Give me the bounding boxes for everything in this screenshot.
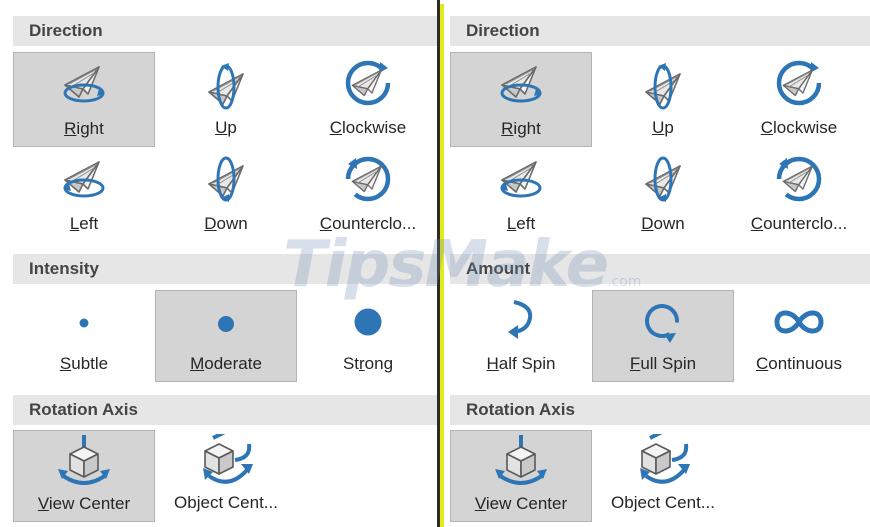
- direction-clockwise-label: Clockwise: [760, 118, 838, 137]
- amount-half-spin-label: Half Spin: [486, 354, 556, 373]
- direction-section-header: Direction: [13, 16, 437, 46]
- spin-left-icon: [13, 156, 155, 202]
- spin-down-icon: [155, 154, 297, 204]
- direction-counterclockwise-option[interactable]: Counterclo...: [728, 148, 870, 243]
- rotation-axis-section-header: Rotation Axis: [13, 395, 437, 425]
- direction-section-header: Direction: [450, 16, 870, 46]
- direction-right-option[interactable]: Right: [13, 52, 155, 147]
- direction-right-label: Right: [501, 119, 541, 138]
- rotation-axis-view-center-label: View Center: [37, 494, 131, 513]
- direction-down-label: Down: [204, 214, 248, 233]
- spin-clockwise-icon: [728, 58, 870, 108]
- intensity-strong-option[interactable]: Strong: [297, 290, 439, 382]
- spin-counterclockwise-icon: [728, 154, 870, 204]
- dot-small-icon: [13, 316, 155, 330]
- rotation-axis-section-header: Rotation Axis: [450, 395, 870, 425]
- direction-left-label: Left: [506, 214, 536, 233]
- direction-up-label: Up: [652, 118, 674, 137]
- direction-left-option[interactable]: Left: [450, 148, 592, 243]
- object-center-icon: [592, 434, 734, 488]
- direction-up-label: Up: [215, 118, 237, 137]
- intensity-strong-label: Strong: [342, 354, 394, 373]
- direction-clockwise-option[interactable]: Clockwise: [728, 52, 870, 147]
- half-spin-icon: [450, 298, 592, 340]
- rotation-axis-object-center-label: Object Cent...: [174, 493, 278, 512]
- rotation-axis-object-center-label: Object Cent...: [611, 493, 715, 512]
- rotation-axis-view-center-option[interactable]: View Center: [13, 430, 155, 522]
- direction-left-label: Left: [69, 214, 99, 233]
- amount-continuous-option[interactable]: Continuous: [728, 290, 870, 382]
- direction-down-label: Down: [641, 214, 685, 233]
- full-spin-icon: [593, 301, 733, 343]
- intensity-subtle-option[interactable]: Subtle: [13, 290, 155, 382]
- amount-half-spin-option[interactable]: Half Spin: [450, 290, 592, 382]
- spin-counterclockwise-icon: [297, 154, 439, 204]
- view-center-icon: [14, 435, 154, 489]
- dot-medium-icon: [156, 314, 296, 334]
- rotation-axis-view-center-label: View Center: [474, 494, 568, 513]
- intensity-section-header: Intensity: [13, 254, 437, 284]
- spin-up-icon: [155, 60, 297, 110]
- rotation-axis-object-center-option[interactable]: Object Cent...: [155, 430, 297, 522]
- object-center-icon: [155, 434, 297, 488]
- spin-right-icon: [14, 61, 154, 107]
- direction-down-option[interactable]: Down: [592, 148, 734, 243]
- panel-divider-highlight: [440, 4, 444, 527]
- spin-effect-options-panel-left: Direction Right Up Clockwise Left Down C…: [0, 0, 437, 527]
- spin-left-icon: [450, 156, 592, 202]
- direction-clockwise-option[interactable]: Clockwise: [297, 52, 439, 147]
- direction-right-option[interactable]: Right: [450, 52, 592, 147]
- spin-clockwise-icon: [297, 58, 439, 108]
- amount-full-spin-label: Full Spin: [629, 354, 697, 373]
- direction-right-label: Right: [64, 119, 104, 138]
- direction-clockwise-label: Clockwise: [329, 118, 407, 137]
- infinity-icon: [728, 308, 870, 336]
- direction-left-option[interactable]: Left: [13, 148, 155, 243]
- intensity-subtle-label: Subtle: [59, 354, 109, 373]
- intensity-moderate-option[interactable]: Moderate: [155, 290, 297, 382]
- direction-counterclockwise-option[interactable]: Counterclo...: [297, 148, 439, 243]
- dot-large-icon: [297, 307, 439, 337]
- panel-top-edge: [0, 0, 437, 4]
- direction-up-option[interactable]: Up: [155, 52, 297, 147]
- panel-top-edge: [437, 0, 870, 4]
- direction-counterclockwise-label: Counterclo...: [319, 214, 417, 233]
- amount-section-header: Amount: [450, 254, 870, 284]
- direction-up-option[interactable]: Up: [592, 52, 734, 147]
- spin-up-icon: [592, 60, 734, 110]
- intensity-moderate-label: Moderate: [190, 354, 262, 373]
- spin-right-icon: [451, 61, 591, 107]
- spin-effect-options-panel-right: Direction Right Up Clockwise Left Down C…: [437, 0, 870, 527]
- direction-counterclockwise-label: Counterclo...: [750, 214, 848, 233]
- direction-down-option[interactable]: Down: [155, 148, 297, 243]
- spin-down-icon: [592, 154, 734, 204]
- view-center-icon: [451, 435, 591, 489]
- amount-full-spin-option[interactable]: Full Spin: [592, 290, 734, 382]
- amount-continuous-label: Continuous: [755, 354, 842, 373]
- rotation-axis-view-center-option[interactable]: View Center: [450, 430, 592, 522]
- rotation-axis-object-center-option[interactable]: Object Cent...: [592, 430, 734, 522]
